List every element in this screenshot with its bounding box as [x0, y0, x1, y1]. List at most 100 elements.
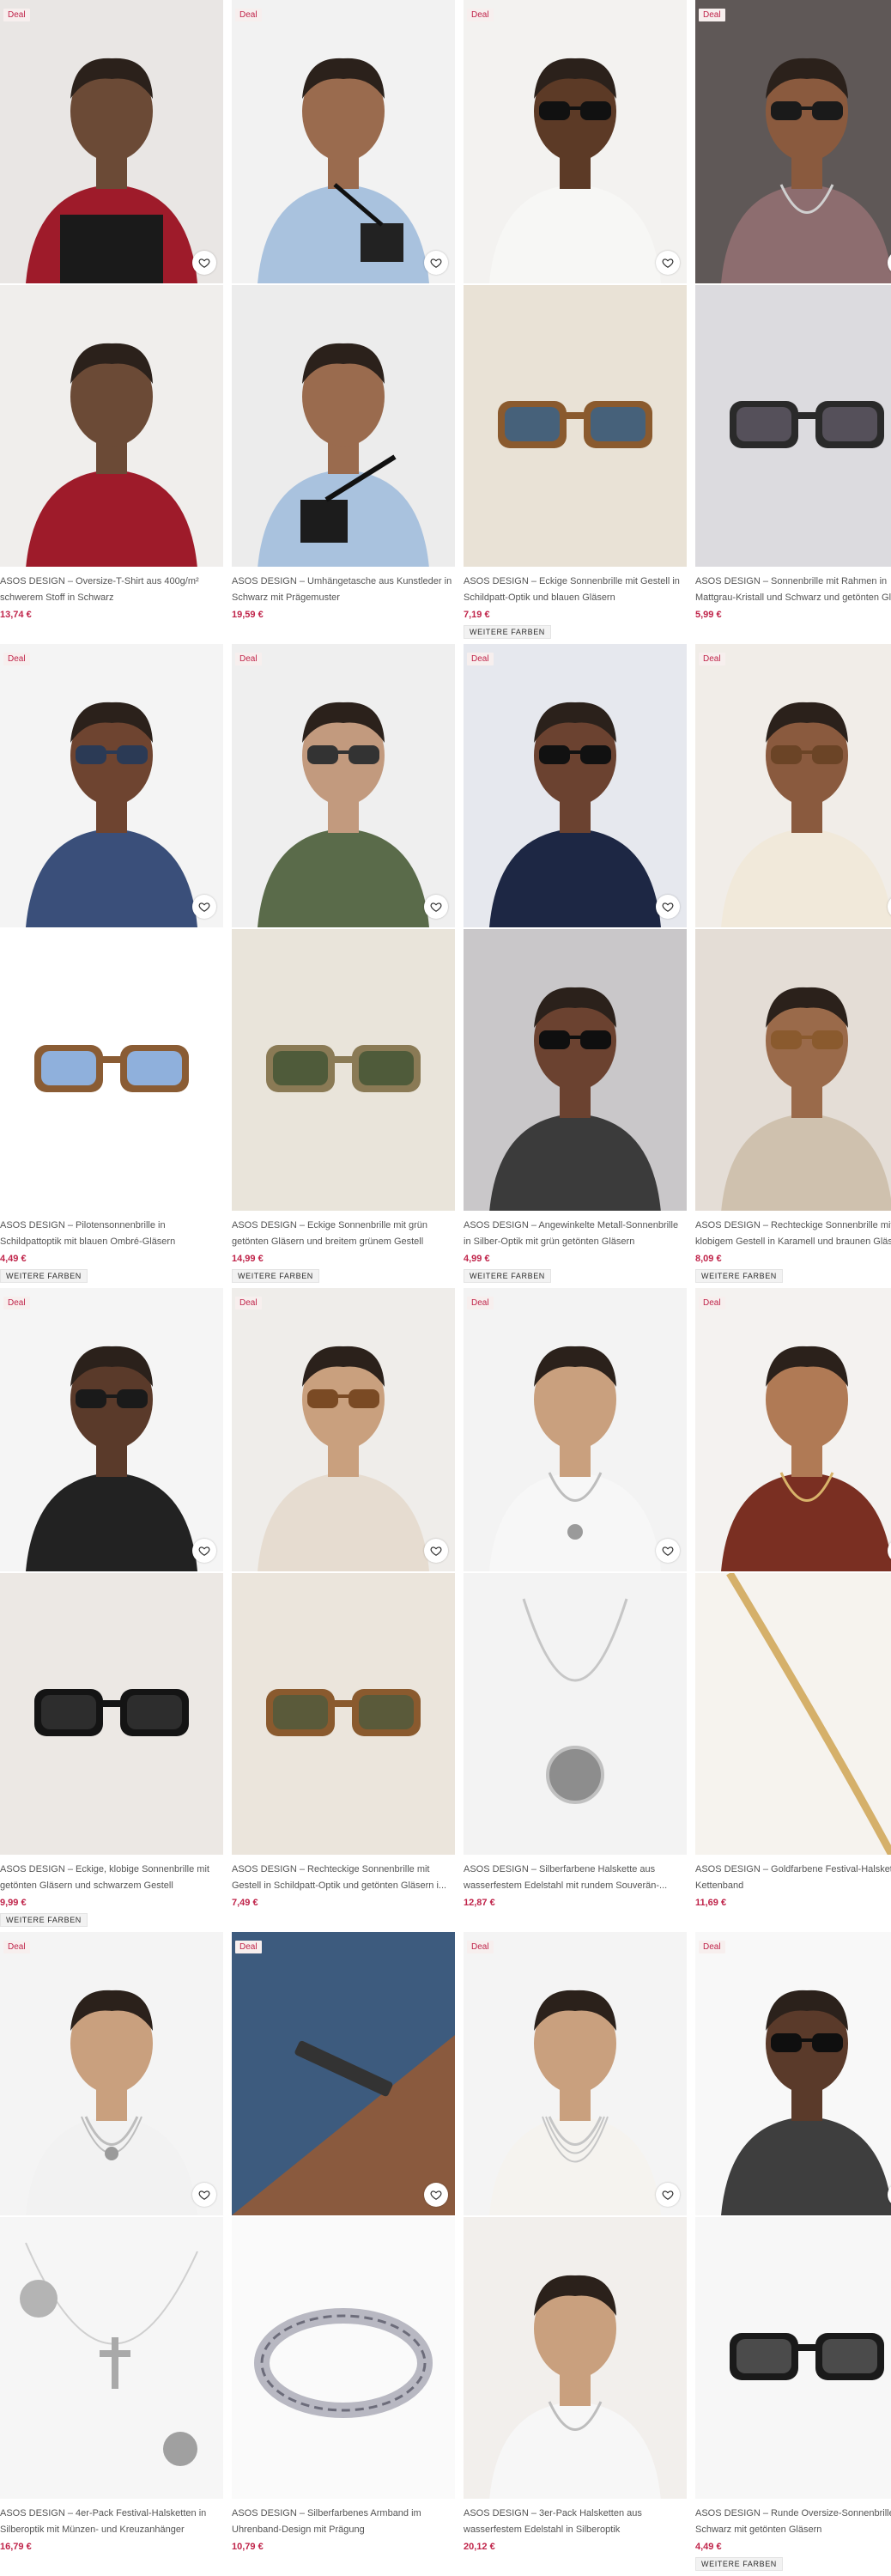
product-card[interactable]: Deal ASOS DESIGN – Angewinkelte Metall-S… [464, 644, 687, 1283]
product-title[interactable]: ASOS DESIGN – Pilotensonnenbrille in Sch… [0, 1218, 223, 1250]
save-for-later-heart-icon[interactable] [656, 1539, 680, 1563]
product-detail-photo[interactable] [464, 1573, 687, 1855]
product-image[interactable]: Deal [695, 1288, 891, 1855]
product-image[interactable]: Deal [232, 1288, 455, 1855]
product-model-photo[interactable] [0, 1288, 223, 1571]
product-model-photo[interactable] [0, 1932, 223, 2215]
product-card[interactable]: Deal ASOS DESIGN – Rechteckige Sonnenbri… [695, 644, 891, 1283]
product-title[interactable]: ASOS DESIGN – Rechteckige Sonnenbrille m… [695, 1218, 891, 1250]
product-image[interactable]: Deal [0, 0, 223, 567]
product-card[interactable]: Deal ASOS DESIGN – 3er-Pack Halsketten a… [464, 1932, 687, 2552]
product-model-photo[interactable] [0, 644, 223, 927]
save-for-later-heart-icon[interactable] [424, 1539, 448, 1563]
save-for-later-heart-icon[interactable] [656, 2183, 680, 2207]
product-title[interactable]: ASOS DESIGN – Rechteckige Sonnenbrille m… [232, 1862, 455, 1894]
save-for-later-heart-icon[interactable] [192, 251, 216, 275]
deal-badge: Deal [235, 9, 262, 21]
save-for-later-heart-icon[interactable] [192, 895, 216, 919]
product-title[interactable]: ASOS DESIGN – Eckige Sonnenbrille mit Ge… [464, 574, 687, 606]
product-model-photo[interactable] [464, 644, 687, 927]
product-image[interactable]: Deal [232, 1932, 455, 2499]
product-card[interactable]: Deal ASOS DESIGN – 4er-Pack Festival-Hal… [0, 1932, 223, 2552]
product-price: 9,99 € [0, 1898, 27, 1908]
product-detail-photo[interactable] [695, 285, 891, 567]
product-model-photo[interactable] [232, 1932, 455, 2215]
product-card[interactable]: Deal ASOS DESIGN – Eckige, klobige Sonne… [0, 1288, 223, 1927]
save-for-later-heart-icon[interactable] [192, 1539, 216, 1563]
product-detail-photo[interactable] [0, 929, 223, 1211]
product-title[interactable]: ASOS DESIGN – Silberfarbenes Armband im … [232, 2506, 455, 2538]
product-model-photo[interactable] [695, 1932, 891, 2215]
product-card[interactable]: Deal ASOS DESIGN – Oversize-T-Shirt aus … [0, 0, 223, 620]
product-title[interactable]: ASOS DESIGN – Sonnenbrille mit Rahmen in… [695, 574, 891, 606]
product-model-photo[interactable] [464, 1932, 687, 2215]
product-detail-photo[interactable] [0, 1573, 223, 1855]
save-for-later-heart-icon[interactable] [656, 251, 680, 275]
product-title[interactable]: ASOS DESIGN – Umhängetasche aus Kunstled… [232, 574, 455, 606]
product-detail-photo[interactable] [695, 929, 891, 1211]
product-price: 14,99 € [232, 1254, 264, 1264]
product-image[interactable]: Deal [0, 1932, 223, 2499]
product-title[interactable]: ASOS DESIGN – 4er-Pack Festival-Halskett… [0, 2506, 223, 2538]
product-model-photo[interactable] [695, 0, 891, 283]
save-for-later-heart-icon[interactable] [424, 251, 448, 275]
product-image[interactable]: Deal [464, 1288, 687, 1855]
product-detail-photo[interactable] [695, 1573, 891, 1855]
product-card[interactable]: Deal ASOS DESIGN – Sonnenbrille mit Rahm… [695, 0, 891, 620]
product-model-photo[interactable] [695, 1288, 891, 1571]
product-detail-photo[interactable] [464, 929, 687, 1211]
product-image[interactable]: Deal [0, 1288, 223, 1855]
product-title[interactable]: ASOS DESIGN – 3er-Pack Halsketten aus wa… [464, 2506, 687, 2538]
product-title[interactable]: ASOS DESIGN – Eckige, klobige Sonnenbril… [0, 1862, 223, 1894]
product-image[interactable]: Deal [695, 0, 891, 567]
product-price: 13,74 € [0, 610, 32, 620]
product-model-photo[interactable] [232, 0, 455, 283]
product-title[interactable]: ASOS DESIGN – Eckige Sonnenbrille mit gr… [232, 1218, 455, 1250]
product-card[interactable]: Deal ASOS DESIGN – Eckige Sonnenbrille m… [232, 644, 455, 1283]
product-card[interactable]: Deal ASOS DESIGN – Eckige Sonnenbrille m… [464, 0, 687, 639]
product-image[interactable]: Deal [232, 0, 455, 567]
product-image[interactable]: Deal [464, 644, 687, 1211]
product-title[interactable]: ASOS DESIGN – Angewinkelte Metall-Sonnen… [464, 1218, 687, 1250]
save-for-later-heart-icon[interactable] [424, 2183, 448, 2207]
product-card[interactable]: Deal ASOS DESIGN – Runde Oversize-Sonnen… [695, 1932, 891, 2571]
product-model-photo[interactable] [0, 0, 223, 283]
product-model-photo[interactable] [232, 1288, 455, 1571]
product-card[interactable]: Deal ASOS DESIGN – Goldfarbene Festival-… [695, 1288, 891, 1908]
product-price: 4,99 € [464, 1254, 490, 1264]
product-detail-photo[interactable] [464, 285, 687, 567]
product-detail-photo[interactable] [695, 2217, 891, 2499]
product-image[interactable]: Deal [695, 644, 891, 1211]
product-detail-photo[interactable] [232, 285, 455, 567]
more-colors-tag: WEITERE FARBEN [0, 1913, 88, 1927]
product-detail-photo[interactable] [464, 2217, 687, 2499]
product-image[interactable]: Deal [0, 644, 223, 1211]
product-image[interactable]: Deal [695, 1932, 891, 2499]
deal-badge: Deal [3, 9, 30, 21]
product-model-photo[interactable] [695, 644, 891, 927]
product-title[interactable]: ASOS DESIGN – Oversize-T-Shirt aus 400g/… [0, 574, 223, 606]
product-image[interactable]: Deal [232, 644, 455, 1211]
product-card[interactable]: Deal ASOS DESIGN – Pilotensonnenbrille i… [0, 644, 223, 1283]
save-for-later-heart-icon[interactable] [192, 2183, 216, 2207]
product-model-photo[interactable] [464, 1288, 687, 1571]
product-model-photo[interactable] [464, 0, 687, 283]
product-detail-photo[interactable] [232, 929, 455, 1211]
save-for-later-heart-icon[interactable] [656, 895, 680, 919]
product-title[interactable]: ASOS DESIGN – Runde Oversize-Sonnenbrill… [695, 2506, 891, 2538]
product-card[interactable]: Deal ASOS DESIGN – Silberfarbene Halsket… [464, 1288, 687, 1908]
product-card[interactable]: Deal ASOS DESIGN – Umhängetasche aus Kun… [232, 0, 455, 620]
product-detail-photo[interactable] [232, 1573, 455, 1855]
product-detail-photo[interactable] [0, 2217, 223, 2499]
product-detail-photo[interactable] [0, 285, 223, 567]
product-image[interactable]: Deal [464, 1932, 687, 2499]
product-card[interactable]: Deal ASOS DESIGN – Rechteckige Sonnenbri… [232, 1288, 455, 1908]
product-detail-photo[interactable] [232, 2217, 455, 2499]
product-title[interactable]: ASOS DESIGN – Silberfarbene Halskette au… [464, 1862, 687, 1894]
product-image[interactable]: Deal [464, 0, 687, 567]
product-title[interactable]: ASOS DESIGN – Goldfarbene Festival-Halsk… [695, 1862, 891, 1894]
deal-badge: Deal [699, 1297, 725, 1309]
save-for-later-heart-icon[interactable] [424, 895, 448, 919]
product-card[interactable]: Deal ASOS DESIGN – Silberfarbenes Armban… [232, 1932, 455, 2552]
product-model-photo[interactable] [232, 644, 455, 927]
